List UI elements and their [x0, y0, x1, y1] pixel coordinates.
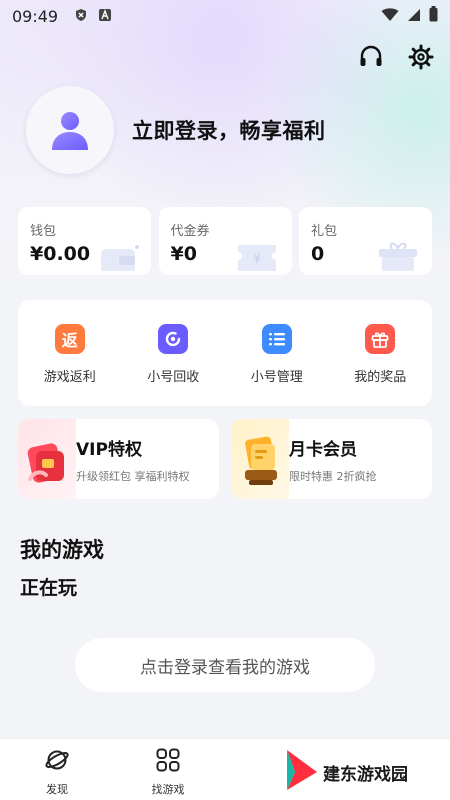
nav-discover[interactable]: 发现 — [27, 747, 87, 797]
services-panel: 返 游戏返利 小号回收 小号管理 我的奖品 — [18, 300, 432, 406]
login-to-view-games-button[interactable]: 点击登录查看我的游戏 — [75, 638, 375, 692]
now-playing-heading: 正在玩 — [20, 577, 78, 599]
avatar[interactable] — [26, 86, 114, 174]
vip-privilege-card[interactable]: VIP特权 升级领红包 享福利特权 — [18, 419, 219, 499]
nav-label: 发现 — [46, 783, 68, 796]
wallet-row: 钱包 ¥0.00 代金券 ¥0 ¥ 礼包 0 — [18, 207, 432, 275]
service-label: 小号回收 — [147, 370, 200, 385]
login-prompt[interactable]: 立即登录，畅享福利 — [132, 115, 326, 145]
my-games-heading: 我的游戏 — [20, 538, 104, 562]
monthly-card-text: 月卡会员 限时特惠 2折疯抢 — [289, 435, 377, 484]
monthly-card-title: 月卡会员 — [289, 439, 357, 460]
svg-text:¥: ¥ — [252, 252, 260, 267]
vip-text: VIP特权 升级领红包 享福利特权 — [76, 435, 190, 484]
status-time: 09:49 — [12, 6, 59, 26]
list-icon — [261, 324, 292, 354]
watermark-text: 建东游戏园 — [323, 764, 408, 785]
gift-box-icon — [374, 239, 424, 275]
service-account-recycle[interactable]: 小号回收 — [128, 324, 218, 385]
watermark-logo-icon — [285, 748, 319, 796]
service-label: 我的奖品 — [354, 370, 407, 385]
vip-redpacket-icon — [18, 419, 76, 499]
headset-icon[interactable] — [356, 42, 386, 72]
coupon-label: 代金券 — [170, 224, 210, 239]
gift-pack-label: 礼包 — [311, 224, 338, 239]
wallet-icon — [97, 241, 143, 275]
shield-x-icon — [74, 7, 88, 26]
battery-icon — [429, 6, 438, 26]
service-game-rebate[interactable]: 返 游戏返利 — [25, 324, 115, 385]
signal-icon — [407, 7, 421, 26]
recycle-icon — [158, 324, 189, 354]
gift-icon — [365, 324, 396, 354]
wallet-card[interactable]: 钱包 ¥0.00 — [18, 207, 151, 275]
monthly-card-subtitle: 限时特惠 2折疯抢 — [289, 469, 377, 483]
service-label: 小号管理 — [250, 370, 303, 385]
coupon-card[interactable]: 代金券 ¥0 ¥ — [158, 207, 292, 275]
gear-icon[interactable] — [406, 42, 436, 72]
monthly-card-icon — [231, 419, 289, 499]
gift-pack-card[interactable]: 礼包 0 — [299, 207, 432, 275]
vip-subtitle: 升级领红包 享福利特权 — [76, 469, 190, 483]
wallet-label: 钱包 — [30, 224, 57, 239]
user-icon — [52, 112, 88, 150]
service-account-manage[interactable]: 小号管理 — [232, 324, 322, 385]
font-a-icon — [98, 7, 112, 26]
vip-title: VIP特权 — [76, 439, 142, 460]
monthly-card-membership[interactable]: 月卡会员 限时特惠 2折疯抢 — [231, 419, 432, 499]
nav-find-games[interactable]: 找游戏 — [138, 747, 198, 797]
grid-icon — [155, 747, 181, 777]
status-bar: 09:49 — [0, 0, 450, 32]
watermark: 建东游戏园 — [285, 748, 408, 796]
nav-label: 找游戏 — [151, 783, 185, 796]
coupon-icon: ¥ — [234, 239, 284, 275]
profile-header[interactable]: 立即登录，畅享福利 — [26, 86, 326, 174]
rebate-icon: 返 — [54, 324, 85, 354]
wifi-icon — [381, 7, 399, 26]
header-actions — [356, 42, 436, 72]
promo-row: VIP特权 升级领红包 享福利特权 月卡会员 限时特惠 2折疯抢 — [18, 419, 432, 499]
planet-icon — [44, 747, 70, 777]
service-my-prizes[interactable]: 我的奖品 — [335, 324, 425, 385]
service-label: 游戏返利 — [43, 370, 96, 385]
